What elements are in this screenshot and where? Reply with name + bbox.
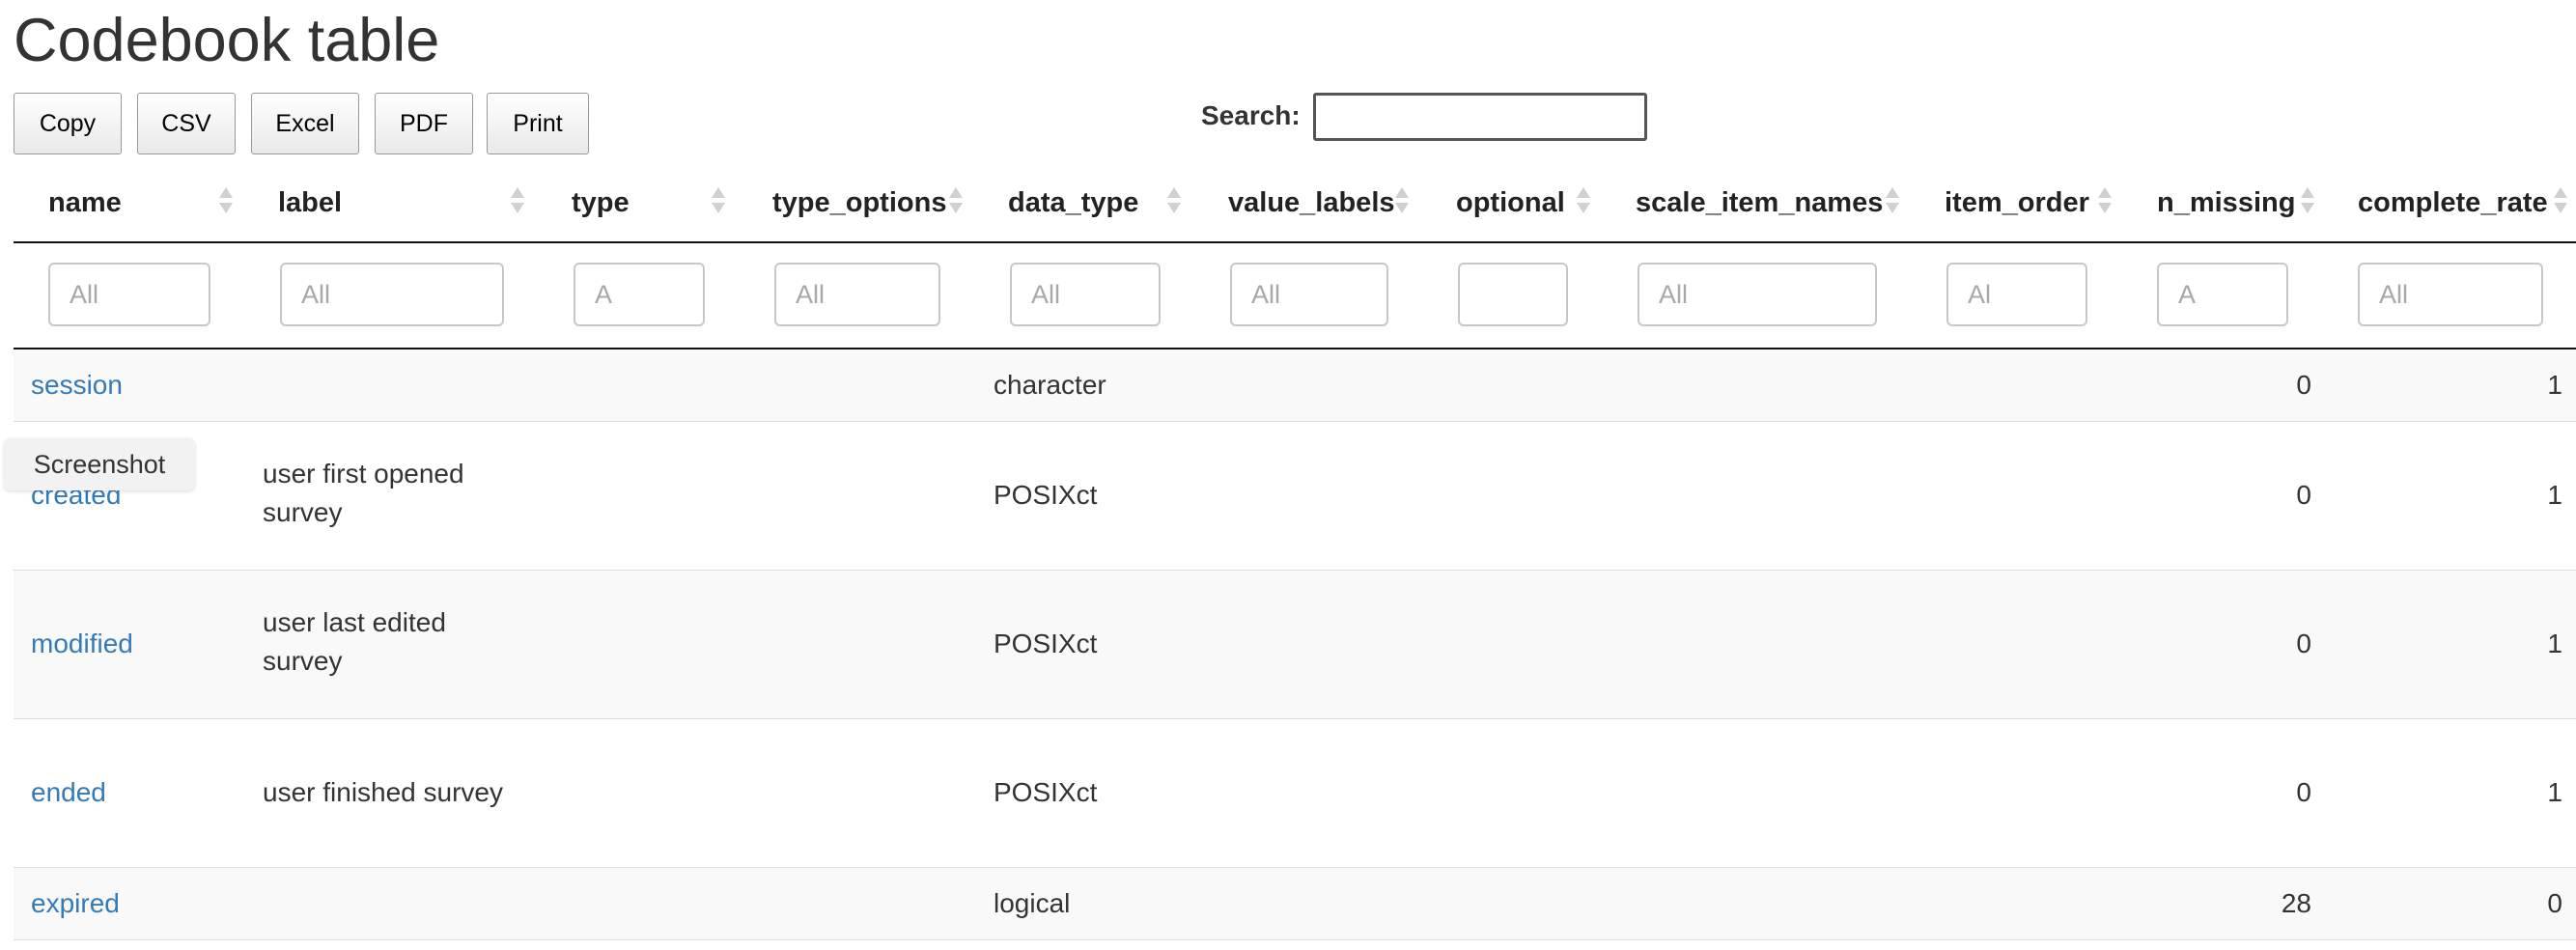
filter-input-optional[interactable] bbox=[1458, 263, 1568, 326]
column-header-complete-rate[interactable]: complete_rate bbox=[2358, 187, 2548, 219]
filter-row bbox=[14, 243, 2576, 349]
filter-input-data-type[interactable] bbox=[1010, 263, 1161, 326]
complete-rate-cell: 1 bbox=[2547, 370, 2562, 400]
data-type-cell: POSIXct bbox=[994, 777, 1098, 807]
sort-icon[interactable] bbox=[711, 185, 726, 218]
column-header-data-type[interactable]: data_type bbox=[1008, 187, 1138, 219]
screenshot-tooltip: Screenshot bbox=[4, 438, 195, 490]
column-header-item-order[interactable]: item_order bbox=[1945, 187, 2089, 219]
table-row: ended user finished survey POSIXct 0 1 bbox=[14, 719, 2576, 868]
column-header-optional[interactable]: optional bbox=[1456, 187, 1565, 219]
sort-icon[interactable] bbox=[948, 185, 964, 218]
column-header-name[interactable]: name bbox=[48, 187, 122, 219]
filter-input-n-missing[interactable] bbox=[2157, 263, 2288, 326]
label-line: survey bbox=[263, 497, 343, 527]
filter-input-complete-rate[interactable] bbox=[2358, 263, 2543, 326]
table-row: session character 0 1 bbox=[14, 349, 2576, 422]
sort-icon[interactable] bbox=[1166, 185, 1182, 218]
sort-icon[interactable] bbox=[1576, 185, 1591, 218]
column-header-type-options[interactable]: type_options bbox=[772, 187, 946, 219]
table-row: expired logical 28 0 bbox=[14, 868, 2576, 940]
label-cell: user last edited survey bbox=[263, 603, 446, 681]
sort-icon[interactable] bbox=[510, 185, 525, 218]
label-line: user last edited bbox=[263, 607, 446, 637]
variable-link[interactable]: session bbox=[31, 366, 123, 405]
label-line: user finished survey bbox=[263, 777, 504, 807]
column-header-type[interactable]: type bbox=[572, 187, 630, 219]
data-type-cell: POSIXct bbox=[994, 629, 1098, 658]
n-missing-cell: 0 bbox=[2296, 629, 2311, 658]
print-button[interactable]: Print bbox=[487, 93, 589, 154]
page-title: Codebook table bbox=[14, 7, 440, 74]
copy-button[interactable]: Copy bbox=[14, 93, 122, 154]
complete-rate-cell: 1 bbox=[2547, 777, 2562, 807]
n-missing-cell: 0 bbox=[2296, 777, 2311, 807]
variable-link[interactable]: ended bbox=[31, 773, 106, 812]
filter-input-type-options[interactable] bbox=[774, 263, 940, 326]
complete-rate-cell: 1 bbox=[2547, 480, 2562, 510]
sort-icon[interactable] bbox=[2300, 185, 2315, 218]
column-header-scale-item-names[interactable]: scale_item_names bbox=[1636, 187, 1883, 219]
complete-rate-cell: 1 bbox=[2547, 629, 2562, 658]
excel-button[interactable]: Excel bbox=[251, 93, 359, 154]
table-row: modified user last edited survey POSIXct… bbox=[14, 571, 2576, 719]
n-missing-cell: 0 bbox=[2296, 370, 2311, 400]
n-missing-cell: 0 bbox=[2296, 480, 2311, 510]
label-line: user first opened bbox=[263, 459, 464, 489]
filter-input-value-labels[interactable] bbox=[1230, 263, 1388, 326]
column-header-n-missing[interactable]: n_missing bbox=[2157, 187, 2295, 219]
sort-icon[interactable] bbox=[1885, 185, 1900, 218]
complete-rate-cell: 0 bbox=[2547, 888, 2562, 918]
filter-input-item-order[interactable] bbox=[1946, 263, 2087, 326]
variable-link[interactable]: expired bbox=[31, 884, 120, 923]
label-line: survey bbox=[263, 646, 343, 676]
search-label: Search: bbox=[1201, 100, 1301, 130]
table-row: created user first opened survey POSIXct… bbox=[14, 422, 2576, 571]
filter-input-label[interactable] bbox=[280, 263, 504, 326]
filter-input-name[interactable] bbox=[48, 263, 210, 326]
codebook-table: name label type type_options data_type v… bbox=[14, 166, 2576, 950]
data-type-cell: logical bbox=[994, 888, 1071, 918]
column-header-value-labels[interactable]: value_labels bbox=[1228, 187, 1395, 219]
data-type-cell: POSIXct bbox=[994, 480, 1098, 510]
variable-link[interactable]: modified bbox=[31, 625, 133, 663]
n-missing-cell: 28 bbox=[2281, 888, 2311, 918]
label-cell: user first opened survey bbox=[263, 455, 464, 532]
label-cell: user finished survey bbox=[263, 773, 503, 812]
csv-button[interactable]: CSV bbox=[137, 93, 236, 154]
table-header: name label type type_options data_type v… bbox=[14, 166, 2576, 243]
sort-icon[interactable] bbox=[218, 185, 234, 218]
pdf-button[interactable]: PDF bbox=[375, 93, 473, 154]
filter-input-scale-item-names[interactable] bbox=[1638, 263, 1877, 326]
column-header-label[interactable]: label bbox=[278, 187, 342, 219]
filter-input-type[interactable] bbox=[574, 263, 705, 326]
sort-icon[interactable] bbox=[2097, 185, 2113, 218]
search-input[interactable] bbox=[1313, 93, 1647, 141]
sort-icon[interactable] bbox=[1394, 185, 1410, 218]
data-type-cell: character bbox=[994, 370, 1106, 400]
sort-icon[interactable] bbox=[2553, 185, 2568, 218]
